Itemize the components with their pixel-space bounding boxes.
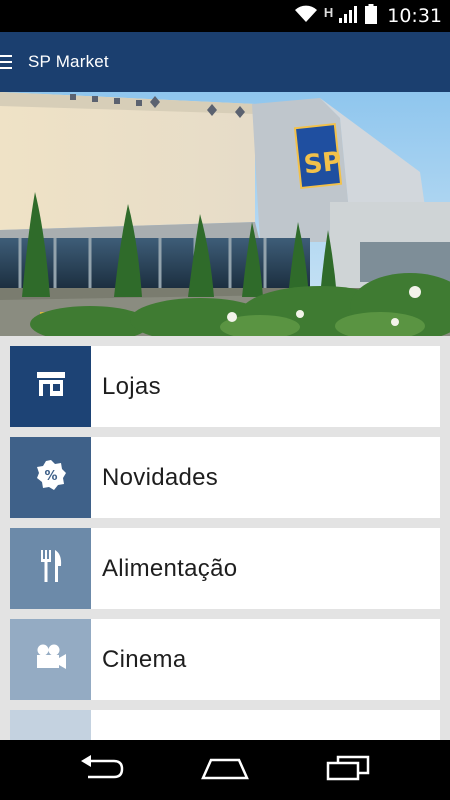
wifi-icon	[294, 5, 318, 28]
svg-text:%: %	[44, 469, 57, 484]
menu-item-label: Lojas	[102, 372, 161, 400]
status-icons: H 10:31	[294, 0, 442, 32]
hero-image: SP	[0, 92, 450, 336]
main-menu-list: Lojas % Novidades Alimentação Cinema	[10, 346, 440, 800]
recents-button[interactable]	[318, 750, 378, 790]
menu-item-cinema[interactable]: Cinema	[10, 619, 440, 700]
menu-item-label: Cinema	[102, 645, 187, 673]
app-screen: H 10:31 SP Market SP Lojas % Novidades A…	[0, 0, 450, 800]
menu-item-novidades[interactable]: % Novidades	[10, 437, 440, 518]
fork-knife-icon	[39, 550, 63, 587]
system-nav-bar	[0, 740, 450, 800]
status-bar: H 10:31	[0, 0, 450, 32]
menu-item-alimentacao[interactable]: Alimentação	[10, 528, 440, 609]
hamburger-icon[interactable]	[0, 32, 16, 92]
battery-icon	[365, 3, 378, 29]
recents-icon	[326, 755, 370, 786]
menu-item-icon-box	[10, 346, 91, 427]
menu-item-icon-box	[10, 528, 91, 609]
menu-item-icon-box	[10, 619, 91, 700]
menu-item-label: Alimentação	[102, 554, 238, 582]
menu-item-lojas[interactable]: Lojas	[10, 346, 440, 427]
percent-badge-icon: %	[36, 460, 66, 495]
clock: 10:31	[387, 5, 442, 27]
network-type-label: H	[323, 4, 334, 20]
movie-camera-icon	[35, 644, 67, 675]
menu-item-label: Novidades	[102, 463, 219, 491]
app-title: SP Market	[28, 52, 109, 71]
storefront-icon	[35, 370, 67, 403]
menu-item-icon-box: %	[10, 437, 91, 518]
action-bar: SP Market	[0, 32, 450, 92]
home-icon	[201, 756, 249, 785]
signal-icon	[339, 5, 359, 28]
hero-sign-text: SP	[302, 147, 343, 181]
back-icon	[80, 754, 124, 786]
home-button[interactable]	[195, 750, 255, 790]
back-button[interactable]	[72, 750, 132, 790]
